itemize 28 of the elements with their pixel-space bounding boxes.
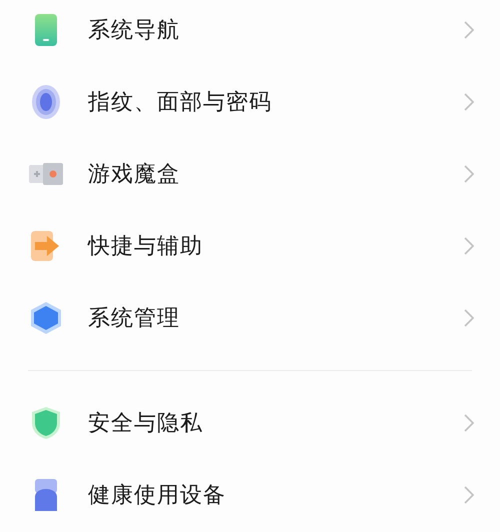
item-label: 安全与隐私 xyxy=(88,410,204,438)
fingerprint-icon xyxy=(32,85,60,119)
game-box-icon xyxy=(29,163,63,185)
device-icon xyxy=(35,479,57,511)
item-label: 系统导航 xyxy=(88,16,181,44)
item-label: 系统管理 xyxy=(88,304,181,332)
hexagon-icon xyxy=(31,302,61,334)
item-label: 游戏魔盒 xyxy=(88,160,181,188)
chevron-icon xyxy=(464,165,474,183)
settings-item[interactable]: 快捷与辅助 xyxy=(0,210,500,282)
chevron-icon xyxy=(464,414,474,432)
settings-item[interactable]: 游戏魔盒 xyxy=(0,138,500,210)
settings-item[interactable]: 系统管理 xyxy=(0,282,500,354)
settings-item[interactable]: 安全与隐私 xyxy=(0,387,500,459)
chevron-icon xyxy=(464,486,474,504)
item-label: 指纹、面部与密码 xyxy=(88,88,273,116)
item-label: 健康使用设备 xyxy=(88,482,227,510)
chevron-icon xyxy=(464,309,474,327)
settings-item[interactable]: 健康使用设备 xyxy=(0,459,500,531)
settings-item[interactable]: 系统导航 xyxy=(0,0,500,66)
chevron-icon xyxy=(464,237,474,255)
shield-icon xyxy=(32,407,60,439)
arrow-icon xyxy=(31,231,61,261)
settings-item[interactable]: 指纹、面部与密码 xyxy=(0,66,500,138)
item-label: 快捷与辅助 xyxy=(88,232,204,260)
chevron-icon xyxy=(464,21,474,39)
chevron-icon xyxy=(464,93,474,111)
phone-icon xyxy=(35,14,57,46)
